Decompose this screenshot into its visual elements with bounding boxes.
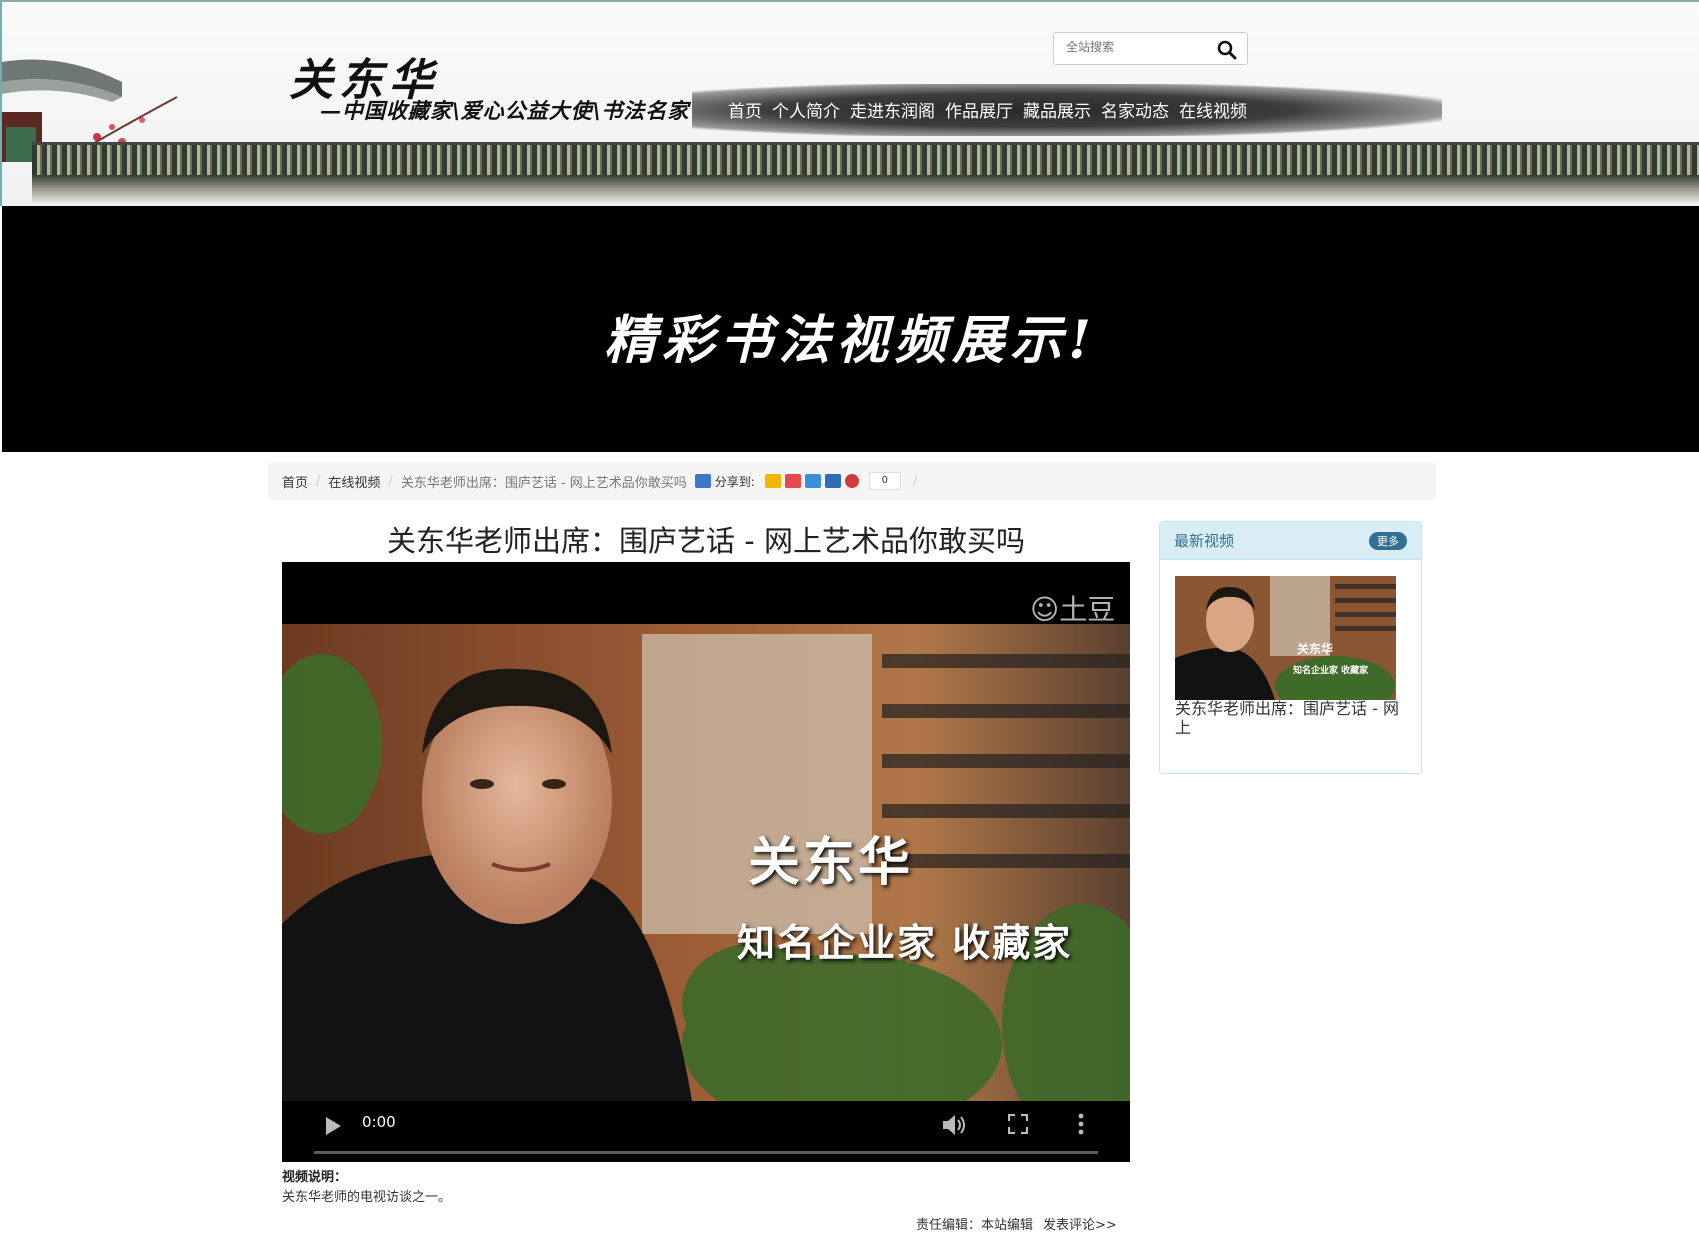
- video-frame: [282, 624, 1130, 1101]
- video-time: 0:00: [362, 1113, 396, 1131]
- breadcrumb-videos[interactable]: 在线视频: [328, 472, 380, 491]
- latest-videos-panel: 最新视频 更多 关东华 知名企业家 收藏家 关东华老师出席：围庐艺话 - 网上: [1159, 521, 1422, 774]
- video-caption-role: 知名企业家 收藏家: [737, 921, 1073, 965]
- play-icon[interactable]: [324, 1116, 342, 1136]
- nav-item-dongrunge[interactable]: 走进东润阁: [850, 97, 935, 122]
- share-douban-icon[interactable]: [844, 474, 859, 488]
- panel-title: 最新视频: [1174, 532, 1235, 550]
- video-watermark: ☺土豆: [1030, 588, 1115, 628]
- post-comment-link[interactable]: 发表评论>>: [1043, 1214, 1117, 1233]
- thumb-caption-role: 知名企业家 收藏家: [1292, 664, 1369, 676]
- share-plus-icon[interactable]: [694, 474, 711, 488]
- nav-item-news[interactable]: 名家动态: [1101, 97, 1169, 122]
- share-count: 0: [868, 472, 901, 490]
- tudou-logo-icon: ☺: [1030, 593, 1060, 626]
- video-caption-name: 关东华: [748, 833, 914, 893]
- search-input[interactable]: [1064, 39, 1208, 55]
- editor-credit: 责任编辑：本站编辑: [916, 1218, 1034, 1233]
- search-icon[interactable]: [1217, 40, 1237, 60]
- video-controls: 0:00: [282, 1092, 1130, 1162]
- video-thumbnail-caption[interactable]: 关东华老师出席：围庐艺话 - 网上: [1175, 699, 1405, 737]
- share-renren-icon[interactable]: [824, 474, 841, 488]
- video-progress-bar[interactable]: [314, 1151, 1098, 1154]
- share-weibo-icon[interactable]: [784, 474, 801, 488]
- breadcrumb-separator: /: [316, 473, 321, 489]
- main-nav: 首页 个人简介 走进东润阁 作品展厅 藏品展示 名家动态 在线视频: [728, 97, 1247, 122]
- share-label: 分享到:: [714, 474, 755, 489]
- breadcrumb-separator: /: [388, 473, 393, 489]
- more-videos-button[interactable]: 更多: [1369, 531, 1407, 550]
- site-header: 关东华 —中国收藏家\爱心公益大使\书法名家 首页 个人简介 走进东润阁 作品展…: [0, 0, 1699, 206]
- more-options-icon[interactable]: [1078, 1113, 1084, 1135]
- share-qzone-icon[interactable]: [764, 474, 781, 488]
- site-tagline: —中国收藏家\爱心公益大使\书法名家: [320, 98, 690, 123]
- breadcrumb-current: 关东华老师出席：围庐艺话 - 网上艺术品你敢买吗: [400, 475, 687, 491]
- breadcrumb-home[interactable]: 首页: [282, 472, 308, 491]
- page-title: 关东华老师出席：围庐艺话 - 网上艺术品你敢买吗: [387, 524, 1025, 558]
- video-thumbnail[interactable]: 关东华 知名企业家 收藏家: [1175, 576, 1396, 700]
- editor-line: 责任编辑：本站编辑 发表评论>>: [916, 1214, 1117, 1233]
- volume-icon[interactable]: [942, 1114, 968, 1136]
- video-thumbnail-image: 关东华 知名企业家 收藏家: [1175, 576, 1396, 700]
- video-description: 关东华老师的电视访谈之一。: [282, 1190, 452, 1205]
- panel-heading: 最新视频 更多: [1160, 522, 1421, 560]
- nav-item-videos[interactable]: 在线视频: [1179, 97, 1247, 122]
- wall-shadow: [32, 175, 1699, 203]
- thumb-caption-name: 关东华: [1297, 641, 1333, 656]
- share-bar: 分享到: 0 /: [694, 472, 925, 490]
- banner-slogan: 精彩书法视频展示!: [604, 310, 1097, 371]
- breadcrumb: 首页 / 在线视频 / 关东华老师出席：围庐艺话 - 网上艺术品你敢买吗 分享到…: [268, 462, 1436, 500]
- nav-item-profile[interactable]: 个人简介: [772, 97, 840, 122]
- nav-item-works[interactable]: 作品展厅: [945, 97, 1013, 122]
- video-description-label: 视频说明：: [282, 1170, 348, 1185]
- breadcrumb-separator: /: [912, 473, 918, 489]
- video-watermark-text: 土豆: [1059, 593, 1116, 626]
- nav-item-collection[interactable]: 藏品展示: [1023, 97, 1091, 122]
- banner: 精彩书法视频展示!: [2, 206, 1699, 452]
- fullscreen-icon[interactable]: [1008, 1114, 1028, 1134]
- nav-item-home[interactable]: 首页: [728, 97, 762, 122]
- video-player[interactable]: ☺土豆 关东华 知名企业家 收藏家 0:00: [282, 562, 1130, 1162]
- wall-tiles: [32, 142, 1699, 175]
- share-tencent-icon[interactable]: [804, 474, 821, 488]
- search-box: [1053, 32, 1248, 65]
